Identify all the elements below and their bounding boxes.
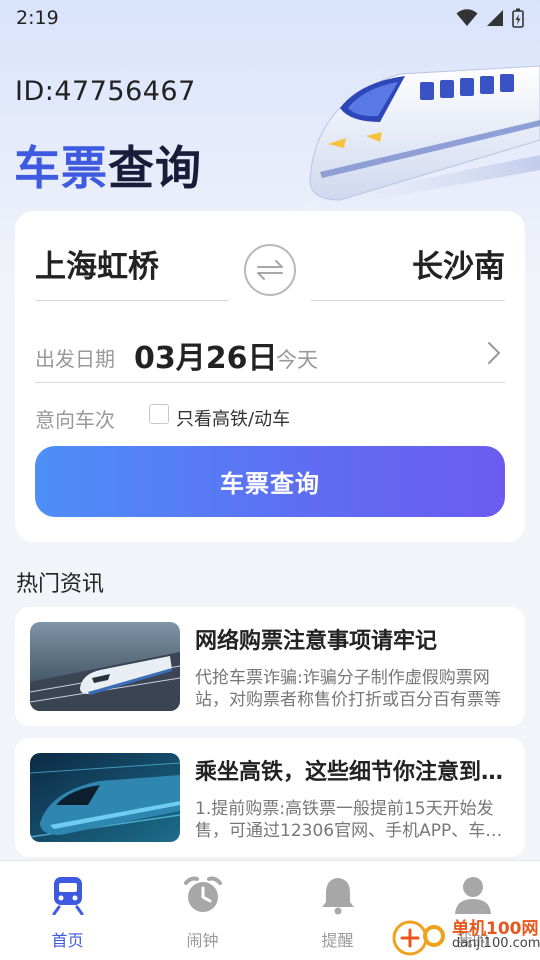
watermark-logo: 单机100网 danji100.com xyxy=(388,912,540,958)
news-summary: 1.提前购票:高铁票一般提前15天开始发售，可通过12306官网、手机APP、车… xyxy=(195,799,503,841)
tab-label: 闹钟 xyxy=(186,931,219,950)
news-card[interactable]: 网络购票注意事项请牢记 代抢车票诈骗:诈骗分子制作虚假购票网站，对购票者称售价打… xyxy=(15,607,525,726)
train-type-label: 意向车次 xyxy=(35,408,115,432)
to-station-underline xyxy=(310,300,505,301)
wifi-icon xyxy=(456,9,478,26)
date-value: 03月26日 xyxy=(134,341,278,376)
status-bar: 2:19 xyxy=(0,0,540,36)
search-card: 上海虹桥 长沙南 出发日期 03月26日 今天 意向车次 只看高铁/动车 车票查… xyxy=(15,211,525,542)
tab-label: 提醒 xyxy=(321,931,354,950)
date-selector[interactable]: 出发日期 03月26日 今天 xyxy=(35,323,505,383)
train-illustration xyxy=(270,65,540,215)
gaotie-only-checkbox[interactable] xyxy=(149,404,169,424)
news-thumbnail xyxy=(30,753,180,842)
from-station-underline xyxy=(35,300,229,301)
tab-alarm[interactable]: 闹钟 xyxy=(135,861,270,960)
news-title: 网络购票注意事项请牢记 xyxy=(195,629,438,654)
date-divider xyxy=(35,382,505,383)
status-icons xyxy=(456,8,524,28)
search-tickets-button[interactable]: 车票查询 xyxy=(35,446,505,517)
news-title: 乘坐高铁，这些细节你注意到了吗 xyxy=(195,760,509,785)
news-section-title: 热门资讯 xyxy=(16,572,105,597)
alarm-clock-icon xyxy=(183,876,222,912)
swap-icon xyxy=(257,260,283,280)
chevron-right-icon xyxy=(488,342,500,364)
from-station[interactable]: 上海虹桥 xyxy=(35,241,159,286)
tab-label: 首页 xyxy=(51,931,84,950)
user-id: ID:47756467 xyxy=(15,76,196,107)
news-card[interactable]: 乘坐高铁，这些细节你注意到了吗 1.提前购票:高铁票一般提前15天开始发售，可通… xyxy=(15,738,525,857)
watermark-url: danji100.com xyxy=(452,936,540,951)
title-part2: 查询 xyxy=(108,141,202,195)
page-title: 车票查询 xyxy=(14,132,202,198)
watermark-icon xyxy=(392,920,445,956)
swap-stations-button[interactable] xyxy=(244,244,296,296)
news-summary: 代抢车票诈骗:诈骗分子制作虚假购票网站，对购票者称售价打折或百分百有票等 xyxy=(195,668,501,710)
date-relative: 今天 xyxy=(276,348,318,372)
title-part1: 车票 xyxy=(14,141,108,195)
to-station[interactable]: 长沙南 xyxy=(412,241,505,286)
status-time: 2:19 xyxy=(16,7,59,29)
user-icon xyxy=(454,877,491,914)
train-icon xyxy=(52,877,83,915)
bell-icon xyxy=(321,878,354,915)
tab-home[interactable]: 首页 xyxy=(0,861,135,960)
news-thumbnail xyxy=(30,622,180,711)
gaotie-only-label[interactable]: 只看高铁/动车 xyxy=(176,405,290,431)
tab-reminder[interactable]: 提醒 xyxy=(270,861,405,960)
battery-icon xyxy=(512,8,524,28)
date-label: 出发日期 xyxy=(35,347,115,371)
signal-icon xyxy=(487,10,503,26)
